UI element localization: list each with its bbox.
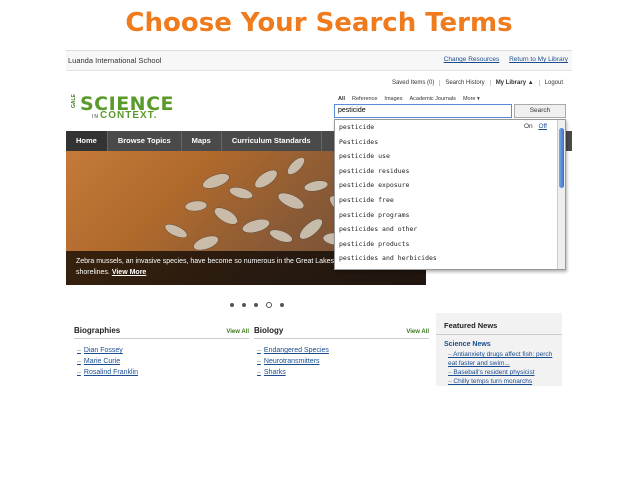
nav-browse-topics[interactable]: Browse Topics	[108, 131, 182, 151]
news-link[interactable]: Antianxiety drugs affect fish: perch eat…	[448, 350, 554, 368]
biographies-section: Biographies View All – Dian Fossey – Marie…	[74, 326, 249, 378]
list-item[interactable]: – Endangered Species	[257, 345, 429, 356]
suggestion-item[interactable]: pesticide residues	[335, 164, 565, 179]
suggestion-item[interactable]: pesticides and herbicides	[335, 251, 565, 266]
slide-title: Choose Your Search Terms	[125, 8, 513, 38]
list-item[interactable]: – Rosalind Franklin	[77, 367, 249, 378]
biographies-title: Biographies	[74, 326, 121, 335]
carousel-dot-5[interactable]	[280, 303, 284, 307]
nav-curriculum-standards[interactable]: Curriculum Standards	[222, 131, 322, 151]
autocomplete-on[interactable]: On	[524, 123, 533, 130]
tab-all[interactable]: All	[338, 96, 345, 102]
utility-links: Saved Items (0) Search History My Librar…	[387, 80, 568, 86]
suggestion-item[interactable]: pesticide free	[335, 193, 565, 208]
nav-maps[interactable]: Maps	[182, 131, 222, 151]
search-history-link[interactable]: Search History	[439, 80, 489, 86]
autocomplete-dropdown: On Off pesticide Pesticides pesticide us…	[334, 119, 566, 270]
suggestion-item[interactable]: pesticide programs	[335, 208, 565, 223]
my-library-link[interactable]: My Library ▲	[489, 80, 539, 86]
suggestion-item[interactable]: Pesticides	[335, 135, 565, 150]
carousel-dot-2[interactable]	[242, 303, 246, 307]
biology-link[interactable]: Neurotransmitters	[264, 358, 320, 365]
logout-link[interactable]: Logout	[538, 80, 568, 86]
suggestion-item[interactable]: pesticide use	[335, 149, 565, 164]
biography-link[interactable]: Rosalind Franklin	[84, 369, 138, 376]
gale-logo-text: GALE	[71, 94, 77, 108]
tab-more[interactable]: More ▾	[463, 96, 480, 102]
browser-screenshot: Luanda International School Change Resou…	[66, 50, 572, 386]
scrollbar-thumb[interactable]	[559, 128, 564, 188]
suggestion-item[interactable]: pesticides and other	[335, 222, 565, 237]
logo-context: INCONTEXT.	[92, 110, 157, 121]
suggestion-item[interactable]: pesticide exposure	[335, 178, 565, 193]
list-item[interactable]: – Neurotransmitters	[257, 356, 429, 367]
science-in-context-logo[interactable]: GALE SCIENCE INCONTEXT.	[70, 94, 174, 121]
list-item[interactable]: – Dian Fossey	[77, 345, 249, 356]
biology-title: Biology	[254, 326, 284, 335]
news-link[interactable]: Baseball's resident physicist	[448, 368, 554, 377]
science-news-link[interactable]: Science News	[436, 335, 562, 350]
biography-link[interactable]: Marie Curie	[84, 358, 120, 365]
carousel-dot-4[interactable]	[266, 302, 272, 308]
biography-link[interactable]: Dian Fossey	[84, 347, 123, 354]
search-tabs: All Reference Images Academic Journals M…	[338, 96, 487, 102]
autocomplete-off[interactable]: Off	[538, 123, 547, 130]
top-links: Change Resources Return to My Library	[436, 56, 568, 63]
suggestion-item[interactable]: pesticide products	[335, 237, 565, 252]
biology-link[interactable]: Endangered Species	[264, 347, 329, 354]
featured-news-panel: Featured News Science News Antianxiety d…	[436, 313, 562, 386]
featured-news-title: Featured News	[436, 313, 562, 335]
autocomplete-toggle: On Off	[524, 123, 547, 130]
nav-home[interactable]: Home	[66, 131, 108, 151]
dropdown-scrollbar[interactable]	[557, 120, 565, 269]
tab-images[interactable]: Images	[384, 96, 402, 102]
return-library-link[interactable]: Return to My Library	[509, 56, 568, 63]
school-name: Luanda International School	[68, 56, 162, 65]
logo-context-word: CONTEXT.	[100, 110, 158, 121]
list-item[interactable]: – Sharks	[257, 367, 429, 378]
biology-section: Biology View All – Endangered Species – Ne…	[254, 326, 429, 378]
view-more-link[interactable]: View More	[112, 269, 147, 276]
carousel-dot-1[interactable]	[230, 303, 234, 307]
tab-reference[interactable]: Reference	[352, 96, 377, 102]
biology-view-all[interactable]: View All	[406, 329, 429, 335]
carousel-dot-3[interactable]	[254, 303, 258, 307]
top-bar: Luanda International School Change Resou…	[66, 51, 572, 71]
news-link[interactable]: Chilly temps turn monarchs	[448, 377, 554, 386]
logo-in: IN	[92, 114, 99, 120]
biology-link[interactable]: Sharks	[264, 369, 286, 376]
saved-items-link[interactable]: Saved Items (0)	[387, 80, 439, 86]
list-item[interactable]: – Marie Curie	[77, 356, 249, 367]
search-button[interactable]: Search	[514, 104, 566, 118]
tab-academic-journals[interactable]: Academic Journals	[409, 96, 455, 102]
change-resources-link[interactable]: Change Resources	[444, 56, 500, 63]
search-input[interactable]: pesticide	[334, 104, 512, 118]
biographies-view-all[interactable]: View All	[226, 329, 249, 335]
carousel-dots	[226, 302, 288, 308]
